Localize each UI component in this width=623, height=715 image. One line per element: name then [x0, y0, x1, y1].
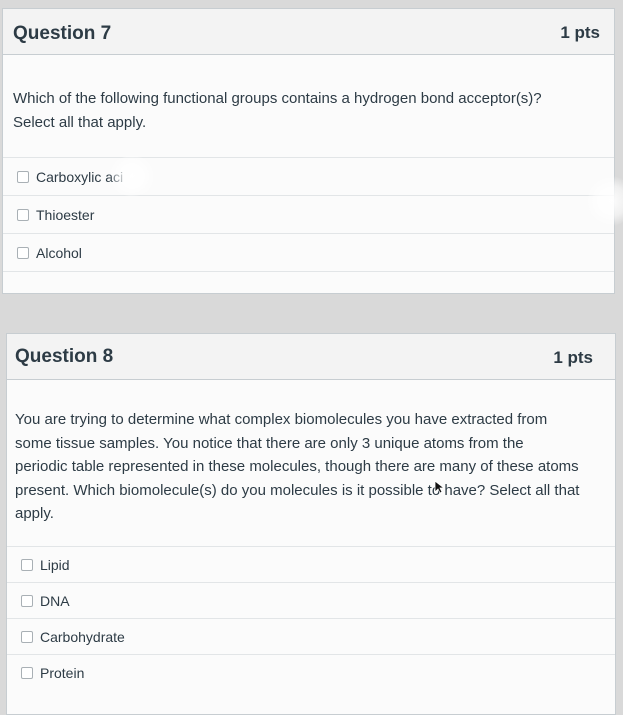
- question-8-text-line: present. Which biomolecule(s) do you mol…: [15, 481, 580, 499]
- question-7-title: Question 7: [13, 23, 112, 44]
- answer-option-label: Alcohol: [36, 244, 82, 261]
- checkbox[interactable]: [21, 630, 33, 643]
- question-7-card: Question 7 1 pts Which of the following …: [2, 8, 615, 294]
- question-8-text-line: some tissue samples. You notice that the…: [15, 434, 524, 452]
- question-8-header: Question 8 1 pts: [7, 334, 615, 380]
- answer-option-carbohydrate[interactable]: Carbohydrate: [7, 618, 615, 654]
- mouse-cursor-icon: [434, 480, 446, 494]
- question-7-text-line: Select all that apply.: [13, 114, 147, 131]
- question-8-points: 1 pts: [553, 348, 593, 367]
- question-8-text-line: You are trying to determine what complex…: [15, 411, 548, 428]
- question-8-options: Lipid DNA Carbohydrate Protein: [7, 546, 615, 690]
- question-7-options: Carboxylic aci Thioester Alcohol: [3, 157, 614, 272]
- answer-option-lipid[interactable]: Lipid: [7, 546, 615, 582]
- question-8-card: Question 8 1 pts You are trying to deter…: [6, 333, 616, 715]
- answer-option-label: Thioester: [36, 206, 95, 223]
- checkbox[interactable]: [17, 208, 29, 221]
- answer-option-label: Carbohydrate: [40, 628, 125, 645]
- answer-option-label: Lipid: [40, 556, 70, 573]
- checkbox[interactable]: [17, 170, 29, 183]
- answer-option-thioester[interactable]: Thioester: [3, 195, 614, 233]
- question-8-text-line: periodic table represented in these mole…: [15, 458, 579, 475]
- answer-option-protein[interactable]: Protein: [7, 654, 615, 690]
- checkbox[interactable]: [21, 558, 33, 571]
- answer-option-dna[interactable]: DNA: [7, 582, 615, 618]
- answer-option-carboxylic-acid[interactable]: Carboxylic aci: [3, 157, 614, 195]
- checkbox[interactable]: [21, 666, 33, 679]
- question-7-header: Question 7 1 pts: [3, 9, 614, 55]
- checkbox[interactable]: [17, 246, 29, 259]
- answer-option-alcohol[interactable]: Alcohol: [3, 233, 614, 272]
- question-7-text-line: Which of the following functional groups…: [13, 90, 542, 107]
- answer-option-label: DNA: [40, 592, 70, 609]
- answer-option-label: Protein: [40, 664, 85, 681]
- checkbox[interactable]: [21, 594, 33, 607]
- question-8-text-line: apply.: [15, 505, 54, 522]
- screen-glare: [108, 156, 156, 196]
- question-8-text: You are trying to determine what complex…: [15, 408, 605, 526]
- question-7-points: 1 pts: [560, 23, 600, 42]
- question-8-title: Question 8: [15, 346, 114, 367]
- question-7-text: Which of the following functional groups…: [13, 87, 603, 135]
